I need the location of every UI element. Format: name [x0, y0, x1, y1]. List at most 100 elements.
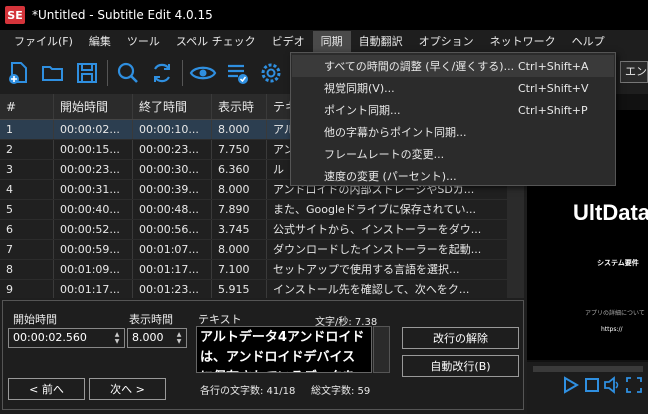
line-lengths: 各行の文字数: 41/18 — [200, 386, 296, 397]
menu-item-change-frame-rate[interactable]: フレームレートの変更... — [292, 143, 614, 165]
row-start-time: 00:00:15... — [54, 140, 133, 159]
start-time-value: 00:00:02.560 — [13, 331, 87, 344]
next-button[interactable]: 次へ > — [89, 378, 166, 400]
replace-refresh-icon[interactable] — [145, 56, 179, 90]
volume-icon[interactable] — [603, 376, 621, 394]
row-end-time: 00:01:17... — [133, 260, 212, 279]
row-duration: 3.745 — [212, 220, 267, 239]
subtitle-text-editor[interactable]: アルトデータ4アンドロイドは、アンドロイドデバイスに保存されているデータをパ — [196, 326, 372, 373]
menu-item-point-sync-other[interactable]: 他の字幕からポイント同期... — [292, 121, 614, 143]
text-editor-scrollbar[interactable] — [373, 326, 390, 373]
menu-file[interactable]: ファイル(F) — [6, 31, 81, 52]
row-start-time: 00:00:31... — [54, 180, 133, 199]
fullscreen-icon[interactable] — [625, 376, 643, 394]
row-duration: 7.100 — [212, 260, 267, 279]
row-duration: 7.750 — [212, 140, 267, 159]
duration-input[interactable]: 8.000 ▲ ▼ — [127, 328, 187, 348]
row-number: 2 — [0, 140, 54, 159]
auto-break-button[interactable]: 自動改行(B) — [402, 355, 519, 377]
menu-edit[interactable]: 編集 — [81, 31, 119, 52]
title-bar: SE *Untitled - Subtitle Edit 4.0.15 — [0, 0, 648, 30]
video-caption-line: アプリの詳細について — [585, 310, 645, 317]
row-number: 9 — [0, 280, 54, 298]
row-end-time: 00:00:23... — [133, 140, 212, 159]
unbreak-button[interactable]: 改行の解除 — [402, 327, 519, 349]
row-start-time: 00:00:02... — [54, 120, 133, 139]
stop-icon[interactable] — [583, 376, 601, 394]
row-text: ダウンロードしたインストーラーを起動... — [273, 243, 482, 256]
duration-stepper[interactable]: ▲ ▼ — [173, 330, 185, 346]
save-icon[interactable] — [70, 56, 104, 90]
menu-video[interactable]: ビデオ — [264, 31, 313, 52]
header-end-time[interactable]: 終了時間 — [133, 94, 212, 119]
search-icon[interactable] — [111, 56, 145, 90]
menu-item-point-sync[interactable]: ポイント同期... Ctrl+Shift+P — [292, 99, 614, 121]
row-number: 6 — [0, 220, 54, 239]
menu-item-label: すべての時間の調整 (早く/遅くする)... — [324, 60, 515, 73]
row-start-time: 00:00:52... — [54, 220, 133, 239]
menu-spellcheck[interactable]: スペル チェック — [168, 31, 264, 52]
window-title: *Untitled - Subtitle Edit 4.0.15 — [32, 8, 213, 22]
row-start-time: 00:00:59... — [54, 240, 133, 259]
menu-item-label: 他の字幕からポイント同期... — [324, 126, 467, 139]
video-seek-bar[interactable] — [533, 366, 643, 372]
row-number: 1 — [0, 120, 54, 139]
row-end-time: 00:00:30... — [133, 160, 212, 179]
menu-item-adjust-all-times[interactable]: すべての時間の調整 (早く/遅くする)... Ctrl+Shift+A — [292, 55, 614, 77]
visual-sync-eye-icon[interactable] — [186, 56, 220, 90]
open-folder-icon[interactable] — [36, 56, 70, 90]
row-start-time: 00:00:40... — [54, 200, 133, 219]
start-time-stepper[interactable]: ▲ ▼ — [111, 330, 123, 346]
row-duration: 6.360 — [212, 160, 267, 179]
row-end-time: 00:01:23... — [133, 280, 212, 298]
table-row[interactable]: 5 00:00:40... 00:00:48... 7.890 また、Googl… — [0, 200, 524, 220]
text-label: テキスト — [198, 313, 242, 326]
menu-item-label: ポイント同期... — [324, 104, 401, 117]
row-number: 3 — [0, 160, 54, 179]
menu-item-label: 速度の変更 (パーセント)... — [324, 170, 457, 183]
menu-bar: ファイル(F) 編集 ツール スペル チェック ビデオ 同期 自動翻訳 オプショ… — [0, 30, 648, 53]
header-start-time[interactable]: 開始時間 — [54, 94, 133, 119]
row-start-time: 00:01:09... — [54, 260, 133, 279]
duration-label: 表示時間 — [129, 313, 173, 326]
menu-item-label: フレームレートの変更... — [324, 148, 445, 161]
edit-panel: 開始時間 00:00:02.560 ▲ ▼ 表示時間 8.000 ▲ ▼ テキスト … — [2, 300, 524, 410]
table-row[interactable]: 9 00:01:17... 00:01:23... 5.915 インストール先を… — [0, 280, 524, 298]
app-logo-icon: SE — [5, 6, 25, 24]
spellcheck-icon[interactable] — [220, 56, 254, 90]
row-end-time: 00:00:10... — [133, 120, 212, 139]
table-row[interactable]: 7 00:00:59... 00:01:07... 8.000 ダウンロードした… — [0, 240, 524, 260]
settings-gear-icon[interactable] — [254, 56, 288, 90]
table-row[interactable]: 6 00:00:52... 00:00:56... 3.745 公式サイトから、… — [0, 220, 524, 240]
menu-auto-translate[interactable]: 自動翻訳 — [351, 31, 411, 52]
menu-item-label: 視覚同期(V)... — [324, 82, 395, 95]
total-chars: 総文字数: 59 — [311, 386, 371, 397]
menu-help[interactable]: ヘルプ — [564, 31, 613, 52]
row-duration: 8.000 — [212, 180, 267, 199]
row-number: 4 — [0, 180, 54, 199]
header-number[interactable]: # — [0, 94, 54, 119]
translate-language-field[interactable]: エン — [620, 61, 648, 83]
row-text: 公式サイトから、インストーラーをダウ... — [273, 223, 482, 236]
play-icon[interactable] — [561, 376, 579, 394]
prev-button[interactable]: < 前へ — [8, 378, 85, 400]
menu-item-visual-sync[interactable]: 視覚同期(V)... Ctrl+Shift+V — [292, 77, 614, 99]
row-duration: 7.890 — [212, 200, 267, 219]
row-end-time: 00:01:07... — [133, 240, 212, 259]
menu-options[interactable]: オプション — [411, 31, 482, 52]
header-duration[interactable]: 表示時 — [212, 94, 267, 119]
row-number: 7 — [0, 240, 54, 259]
table-row[interactable]: 8 00:01:09... 00:01:17... 7.100 セットアップで使… — [0, 260, 524, 280]
row-start-time: 00:00:23... — [54, 160, 133, 179]
menu-sync[interactable]: 同期 — [312, 31, 351, 52]
menu-item-shortcut: Ctrl+Shift+A — [518, 59, 589, 73]
video-caption-line: https:// — [601, 326, 623, 333]
new-file-icon[interactable] — [2, 56, 36, 90]
menu-item-change-speed[interactable]: 速度の変更 (パーセント)... — [292, 165, 614, 187]
menu-network[interactable]: ネットワーク — [482, 31, 564, 52]
start-time-input[interactable]: 00:00:02.560 ▲ ▼ — [8, 328, 125, 348]
row-end-time: 00:00:39... — [133, 180, 212, 199]
video-brand-text: UltData — [573, 200, 648, 225]
menu-tools[interactable]: ツール — [119, 31, 168, 52]
toolbar-separator — [182, 60, 183, 86]
